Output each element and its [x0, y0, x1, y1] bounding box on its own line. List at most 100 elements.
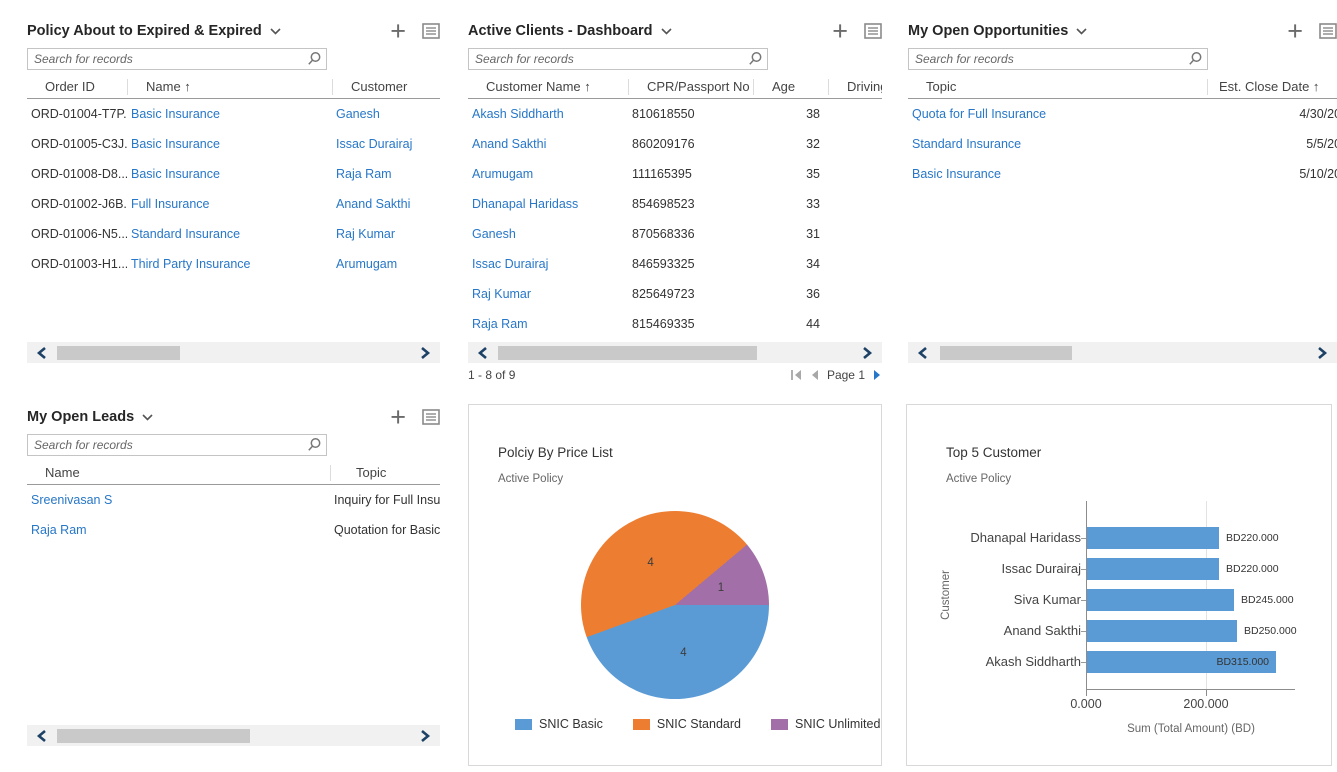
opportunity-link[interactable]: Standard Insurance	[912, 137, 1021, 151]
customer-link[interactable]: Issac Durairaj	[336, 137, 412, 151]
search-input[interactable]	[27, 434, 327, 456]
bar[interactable]	[1087, 558, 1219, 580]
policy-name-link[interactable]: Full Insurance	[131, 197, 210, 211]
table-row[interactable]: ORD-01003-H1... Third Party Insurance Ar…	[27, 249, 440, 279]
scrollbar-thumb[interactable]	[57, 346, 180, 360]
column-header[interactable]: Driving E	[828, 79, 882, 95]
customer-link[interactable]: Raja Ram	[336, 167, 392, 181]
scroll-right-icon[interactable]	[1307, 342, 1337, 363]
chevron-down-icon[interactable]	[661, 28, 672, 35]
table-row[interactable]: Issac Durairaj 846593325 34	[468, 249, 882, 279]
open-grid-button[interactable]	[422, 409, 440, 425]
scrollbar-track[interactable]	[57, 729, 410, 743]
opportunity-link[interactable]: Quota for Full Insurance	[912, 107, 1046, 121]
scroll-right-icon[interactable]	[410, 725, 440, 746]
scrollbar-thumb[interactable]	[940, 346, 1072, 360]
scroll-left-icon[interactable]	[468, 342, 498, 363]
column-header[interactable]: Customer Name ↑	[468, 79, 628, 95]
column-header[interactable]: Name ↑	[127, 79, 332, 95]
table-row[interactable]: Raja Ram 815469335 44	[468, 309, 882, 339]
scroll-left-icon[interactable]	[908, 342, 938, 363]
column-header[interactable]: Name	[27, 465, 330, 481]
search-icon[interactable]	[302, 435, 326, 455]
table-row[interactable]: Dhanapal Haridass 854698523 33	[468, 189, 882, 219]
policy-name-link[interactable]: Basic Insurance	[131, 107, 220, 121]
policy-name-link[interactable]: Standard Insurance	[131, 227, 240, 241]
panel-title[interactable]: Active Clients - Dashboard	[468, 23, 653, 39]
table-row[interactable]: ORD-01006-N5... Standard Insurance Raj K…	[27, 219, 440, 249]
customer-link[interactable]: Anand Sakthi	[336, 197, 410, 211]
previous-page-icon[interactable]	[810, 369, 820, 381]
customer-link[interactable]: Ganesh	[336, 107, 380, 121]
table-row[interactable]: Ganesh 870568336 31	[468, 219, 882, 249]
client-link[interactable]: Raj Kumar	[472, 287, 531, 301]
legend-item[interactable]: SNIC Basic	[515, 717, 603, 731]
bar[interactable]	[1087, 589, 1234, 611]
horizontal-scrollbar[interactable]	[468, 342, 882, 363]
scrollbar-track[interactable]	[498, 346, 852, 360]
table-row[interactable]: Arumugam 111165395 35	[468, 159, 882, 189]
column-header[interactable]: Age	[753, 79, 828, 95]
table-row[interactable]: Basic Insurance 5/10/201	[908, 159, 1337, 189]
open-grid-button[interactable]	[422, 23, 440, 39]
open-grid-button[interactable]	[1319, 23, 1337, 39]
column-header[interactable]: CPR/Passport No	[628, 79, 753, 95]
panel-title[interactable]: My Open Leads	[27, 409, 134, 425]
legend-item[interactable]: SNIC Unlimited	[771, 717, 880, 731]
scroll-right-icon[interactable]	[852, 342, 882, 363]
client-link[interactable]: Arumugam	[472, 167, 533, 181]
client-link[interactable]: Ganesh	[472, 227, 516, 241]
table-row[interactable]: ORD-01002-J6B... Full Insurance Anand Sa…	[27, 189, 440, 219]
table-row[interactable]: ORD-01008-D8... Basic Insurance Raja Ram	[27, 159, 440, 189]
table-row[interactable]: ORD-01005-C3J... Basic Insurance Issac D…	[27, 129, 440, 159]
first-page-icon[interactable]	[790, 369, 803, 381]
add-record-button[interactable]: +	[830, 21, 850, 41]
customer-link[interactable]: Raj Kumar	[336, 227, 395, 241]
open-grid-button[interactable]	[864, 23, 882, 39]
bar[interactable]	[1087, 620, 1237, 642]
search-icon[interactable]	[302, 49, 326, 69]
lead-link[interactable]: Raja Ram	[31, 523, 87, 537]
scrollbar-thumb[interactable]	[57, 729, 250, 743]
horizontal-scrollbar[interactable]	[908, 342, 1337, 363]
column-header[interactable]: Customer	[332, 79, 440, 95]
policy-name-link[interactable]: Basic Insurance	[131, 167, 220, 181]
table-row[interactable]: Standard Insurance 5/5/201	[908, 129, 1337, 159]
bar[interactable]	[1087, 527, 1219, 549]
scroll-left-icon[interactable]	[27, 725, 57, 746]
table-row[interactable]: Akash Siddharth 810618550 38	[468, 99, 882, 129]
table-row[interactable]: Anand Sakthi 860209176 32	[468, 129, 882, 159]
panel-title[interactable]: Policy About to Expired & Expired	[27, 23, 262, 39]
column-header[interactable]: Topic	[908, 79, 1207, 95]
add-record-button[interactable]: +	[1285, 21, 1305, 41]
policy-name-link[interactable]: Basic Insurance	[131, 137, 220, 151]
chevron-down-icon[interactable]	[1076, 28, 1087, 35]
search-input[interactable]	[27, 48, 327, 70]
chevron-down-icon[interactable]	[270, 28, 281, 35]
scroll-right-icon[interactable]	[410, 342, 440, 363]
lead-link[interactable]: Sreenivasan S	[31, 493, 112, 507]
chevron-down-icon[interactable]	[142, 414, 153, 421]
policy-name-link[interactable]: Third Party Insurance	[131, 257, 251, 271]
horizontal-scrollbar[interactable]	[27, 725, 440, 746]
scrollbar-thumb[interactable]	[498, 346, 757, 360]
scroll-left-icon[interactable]	[27, 342, 57, 363]
search-icon[interactable]	[743, 49, 767, 69]
table-row[interactable]: Quota for Full Insurance 4/30/201	[908, 99, 1337, 129]
table-row[interactable]: ORD-01004-T7P... Basic Insurance Ganesh	[27, 99, 440, 129]
client-link[interactable]: Dhanapal Haridass	[472, 197, 578, 211]
column-header[interactable]: Est. Close Date ↑	[1207, 79, 1337, 95]
table-row[interactable]: Sreenivasan S Inquiry for Full Insura	[27, 485, 440, 515]
opportunity-link[interactable]: Basic Insurance	[912, 167, 1001, 181]
table-row[interactable]: Raja Ram Quotation for Basic I	[27, 515, 440, 545]
add-record-button[interactable]: +	[388, 21, 408, 41]
table-row[interactable]: Raj Kumar 825649723 36	[468, 279, 882, 309]
client-link[interactable]: Raja Ram	[472, 317, 528, 331]
search-input[interactable]	[908, 48, 1208, 70]
search-icon[interactable]	[1183, 49, 1207, 69]
client-link[interactable]: Anand Sakthi	[472, 137, 546, 151]
client-link[interactable]: Akash Siddharth	[472, 107, 564, 121]
scrollbar-track[interactable]	[57, 346, 410, 360]
add-record-button[interactable]: +	[388, 407, 408, 427]
column-header[interactable]: Topic	[330, 465, 440, 481]
